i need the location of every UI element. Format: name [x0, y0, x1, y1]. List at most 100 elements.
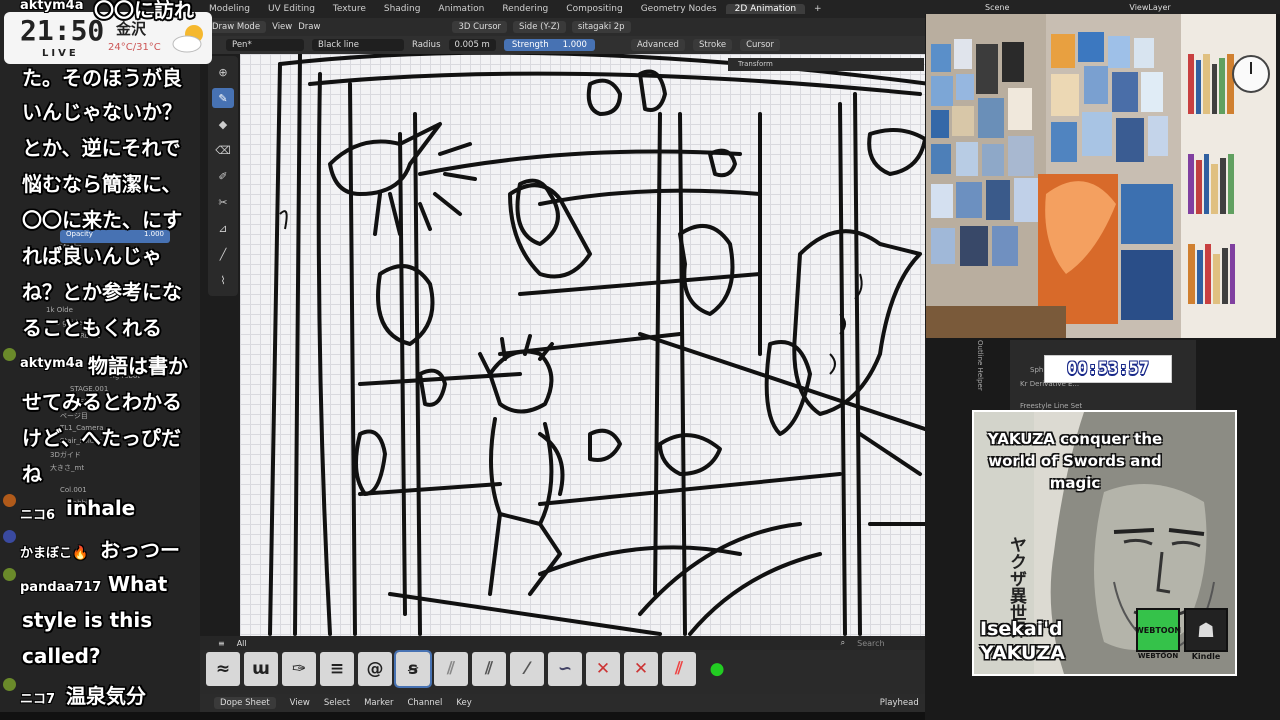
- viewlayer-label[interactable]: ViewLayer: [1129, 3, 1170, 12]
- book-advertisement[interactable]: YAKUZA conquer the world of Swords and m…: [972, 410, 1237, 676]
- line-drawing-sketch: [268, 54, 925, 636]
- eraser-hard-icon[interactable]: ✕: [586, 652, 620, 686]
- eraser-soft-icon[interactable]: ✕: [624, 652, 658, 686]
- webtoon-badge-label: WEBTOON: [1134, 625, 1182, 635]
- drawing-canvas[interactable]: [240, 54, 925, 636]
- scene-header: Scene ViewLayer: [925, 0, 1280, 14]
- advanced-dropdown[interactable]: Advanced: [630, 39, 685, 51]
- avatar: [3, 348, 16, 361]
- chat-message: inhale: [66, 496, 136, 520]
- editor-type-dropdown[interactable]: Dope Sheet: [214, 697, 276, 709]
- search-placeholder[interactable]: Search: [857, 639, 884, 648]
- plane-dropdown[interactable]: Side (Y-Z): [513, 21, 566, 33]
- filter-all-tab[interactable]: All: [237, 639, 247, 648]
- brush-dropdown[interactable]: Pen*: [226, 39, 304, 51]
- chat-message: 悩むなら簡潔に、: [22, 172, 182, 196]
- hamburger-icon[interactable]: ≡: [218, 639, 225, 648]
- avatar: [3, 530, 16, 543]
- book-subtitle: Isekai'd: [980, 618, 1063, 640]
- chat-username: pandaa717: [20, 580, 102, 595]
- tool-settings-bar: Pen* Black line Radius 0.005 m Strength …: [200, 36, 925, 54]
- tint-tool-icon[interactable]: ✐: [212, 166, 234, 186]
- radius-field[interactable]: 0.005 m: [448, 39, 496, 51]
- scene-label[interactable]: Scene: [985, 3, 1009, 12]
- draw-menu[interactable]: Draw: [298, 22, 320, 32]
- cursor-tool-icon[interactable]: ⊕: [212, 62, 234, 82]
- chat-message: ね: [22, 462, 42, 486]
- fill-red-icon[interactable]: ⫽: [662, 652, 696, 686]
- ink-brush-icon[interactable]: ɯ: [244, 652, 278, 686]
- tool-shelf: ⊕ ✎ ◆ ⌫ ✐ ✂ ⊿ ╱ ⌇: [208, 56, 238, 296]
- erase-tool-icon[interactable]: ⌫: [212, 140, 234, 160]
- line-tool-icon[interactable]: ╱: [212, 244, 234, 264]
- transform-panel-tab[interactable]: Transform: [728, 58, 924, 71]
- hatch-brush-icon[interactable]: ⫽: [434, 652, 468, 686]
- chat-message: 物語は書か: [88, 354, 188, 378]
- pen-brush-icon[interactable]: ꞩ: [394, 650, 432, 688]
- tab-uv-editing[interactable]: UV Editing: [259, 4, 324, 14]
- chat-message: とか、逆にそれで: [22, 136, 181, 160]
- chat-message: 〇〇に訪れ: [94, 0, 194, 22]
- marker-brush-icon[interactable]: ✑: [282, 652, 316, 686]
- webtoon-badge-caption: WEBTOON: [1137, 652, 1179, 660]
- webtoon-badge[interactable]: WEBTOON: [1134, 608, 1182, 652]
- chisel-brush-icon[interactable]: ≡: [320, 652, 354, 686]
- cursor-dropdown[interactable]: Cursor: [740, 39, 781, 51]
- radius-label: Radius: [412, 40, 441, 50]
- kindle-badge[interactable]: ☗: [1184, 608, 1228, 652]
- pencil-brush-icon[interactable]: ≈: [206, 652, 240, 686]
- polyline-tool-icon[interactable]: ⌇: [212, 270, 234, 290]
- eyedropper-tool-icon[interactable]: ⊿: [212, 218, 234, 238]
- webcam-feed: [926, 14, 1276, 338]
- view-menu[interactable]: View: [272, 22, 292, 32]
- menu-select[interactable]: Select: [324, 698, 350, 708]
- book-title: YAKUZA conquer the world of Swords and m…: [987, 430, 1163, 492]
- fill-tool-icon[interactable]: ◆: [212, 114, 234, 134]
- chat-message: いんじゃないか？: [22, 100, 182, 124]
- playhead-dropdown[interactable]: Playhead: [880, 698, 919, 708]
- tab-geometry-nodes[interactable]: Geometry Nodes: [632, 4, 726, 14]
- curve-brush-icon[interactable]: ∽: [548, 652, 582, 686]
- chat-message: 〇〇に来た、にす: [22, 208, 183, 232]
- material-dropdown[interactable]: Black line: [312, 39, 404, 51]
- brush-tray-header: ≡ All ⌕ Search: [200, 636, 925, 650]
- tab-shading[interactable]: Shading: [375, 4, 430, 14]
- cursor-mode-dropdown[interactable]: 3D Cursor: [452, 21, 508, 33]
- draw-tool-icon[interactable]: ✎: [212, 88, 234, 108]
- brush-list: ≈ ɯ ✑ ≡ @ ꞩ ⫽ ⫽ ⁄ ∽ ✕ ✕ ⫽ ●: [206, 650, 734, 688]
- tab-compositing[interactable]: Compositing: [557, 4, 631, 14]
- tab-2d-animation[interactable]: 2D Animation: [725, 4, 806, 14]
- avatar: [3, 494, 16, 507]
- stroke-dropdown[interactable]: Stroke: [692, 39, 733, 51]
- chat-username: かまぼこ🔥: [20, 546, 89, 561]
- pencil-soft-brush-icon[interactable]: ⫽: [472, 652, 506, 686]
- kindle-reader-icon: ☗: [1197, 618, 1215, 642]
- menu-marker[interactable]: Marker: [364, 698, 393, 708]
- chat-message: せてみるとわかる: [22, 390, 182, 414]
- tab-rendering[interactable]: Rendering: [493, 4, 557, 14]
- mode-dropdown[interactable]: Draw Mode: [206, 21, 267, 33]
- chat-message: た。そのほうが良: [22, 66, 182, 90]
- prop-item[interactable]: Sph: [1030, 366, 1043, 374]
- tab-animation[interactable]: Animation: [429, 4, 493, 14]
- chat-message: ることもくれる: [22, 316, 162, 340]
- workspace-tabs: Modeling UV Editing Texture Shading Anim…: [200, 0, 925, 18]
- menu-key[interactable]: Key: [456, 698, 471, 708]
- menu-view[interactable]: View: [290, 698, 310, 708]
- prop-item[interactable]: Freestyle Line Set: [1020, 402, 1082, 410]
- add-tab-icon[interactable]: +: [805, 4, 831, 14]
- chat-message: style is this: [22, 608, 153, 632]
- fill-green-icon[interactable]: ●: [700, 652, 734, 686]
- cutter-tool-icon[interactable]: ✂: [212, 192, 234, 212]
- chat-message: けど、へたっぴだ: [22, 426, 181, 450]
- chat-username: aktym4a: [20, 0, 84, 13]
- tab-texture[interactable]: Texture: [324, 4, 375, 14]
- airbrush-icon[interactable]: ⁄: [510, 652, 544, 686]
- outline-helper-tab[interactable]: Outline Helper: [972, 340, 984, 410]
- kindle-badge-label: Kindle: [1191, 652, 1221, 661]
- layer-dropdown[interactable]: sitagaki 2p: [571, 21, 631, 33]
- at-brush-icon[interactable]: @: [358, 652, 392, 686]
- chat-message: おっつー: [100, 538, 180, 562]
- menu-channel[interactable]: Channel: [407, 698, 442, 708]
- strength-slider[interactable]: Strength 1.000: [503, 39, 595, 51]
